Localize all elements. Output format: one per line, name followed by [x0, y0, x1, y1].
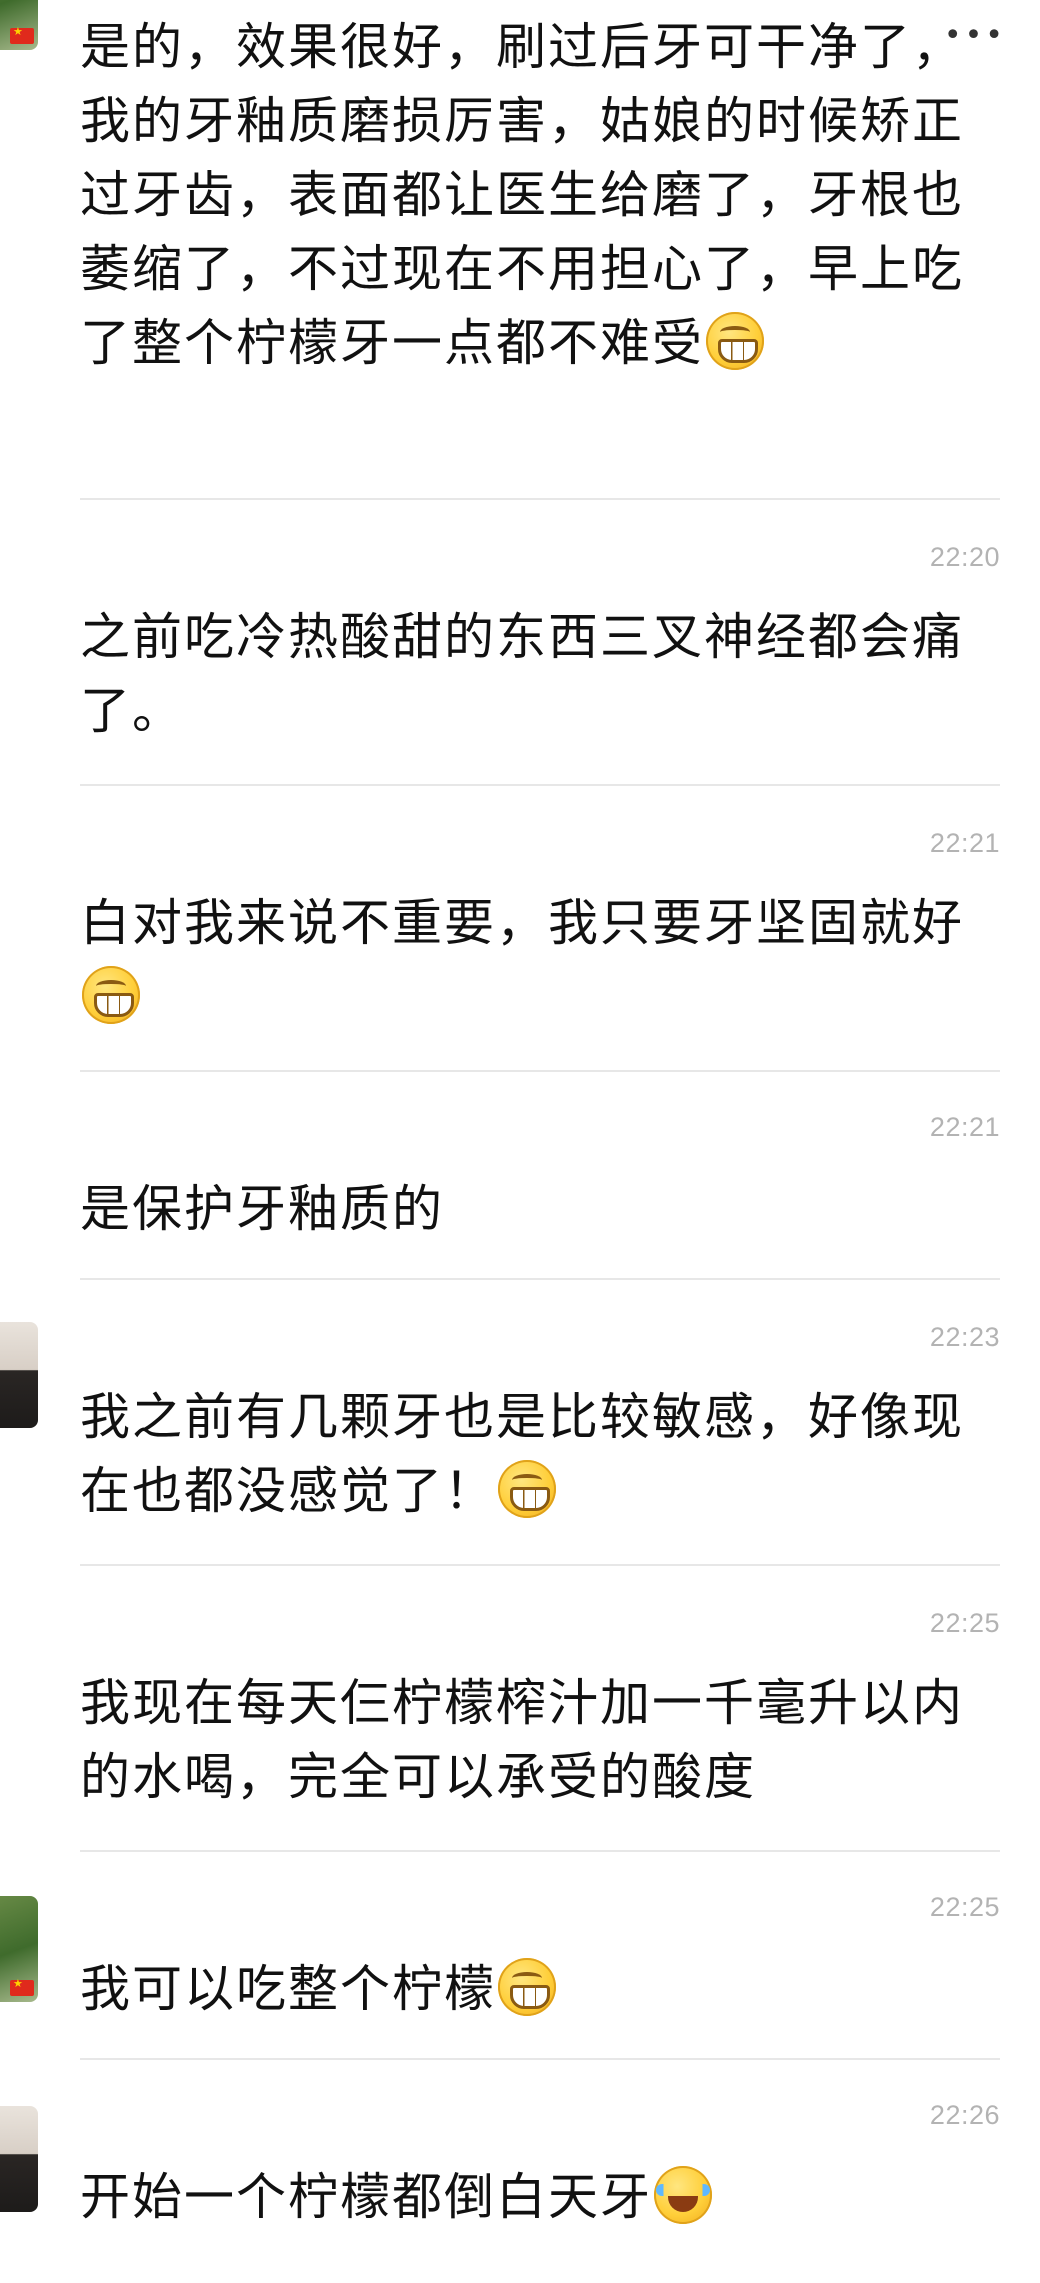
message-item: ••• 是的，效果很好，刷过后牙可干净了，我的牙釉质磨损厉害，姑娘的时候矫正过牙…: [0, 0, 1040, 500]
message-text: 开始一个柠檬都倒白天牙: [80, 2168, 652, 2226]
message-item: 22:23 我之前有几颗牙也是比较敏感，好像现在也都没感觉了！: [0, 1280, 1040, 1566]
message-item: 22:26 开始一个柠檬都倒白天牙: [0, 2060, 1040, 2283]
grin-emoji-icon: [498, 1958, 556, 2016]
message-time: 22:25: [929, 1892, 1000, 1922]
message-time: 22:23: [929, 1322, 1000, 1352]
message-text: 是的，效果很好，刷过后牙可干净了，我的牙釉质磨损厉害，姑娘的时候矫正过牙齿，表面…: [80, 18, 964, 372]
message-time: 22:25: [929, 1608, 1000, 1638]
grin-emoji-icon: [498, 1460, 556, 1518]
china-flag-icon: [10, 25, 34, 44]
laugh-cry-emoji-icon: [654, 2166, 712, 2224]
message-time: 22:26: [929, 2100, 1000, 2130]
person-avatar[interactable]: [0, 2106, 38, 2212]
message-time: 22:20: [929, 542, 1000, 572]
message-text: 之前吃冷热酸甜的东西三叉神经都会痛了。: [80, 608, 964, 740]
message-item: 22:25 我可以吃整个柠檬: [0, 1852, 1040, 2060]
message-item: 22:25 我现在每天仨柠檬榨汁加一千毫升以内的水喝，完全可以承受的酸度: [0, 1566, 1040, 1852]
person-avatar[interactable]: [0, 1322, 38, 1428]
message-text: 是保护牙釉质的: [80, 1180, 444, 1238]
message-text: 我可以吃整个柠檬: [80, 1960, 496, 2018]
plant-flag-avatar[interactable]: [0, 1896, 38, 2002]
message-item: 22:20 之前吃冷热酸甜的东西三叉神经都会痛了。: [0, 500, 1040, 786]
message-text: 白对我来说不重要，我只要牙坚固就好: [80, 894, 964, 952]
grin-emoji-icon: [82, 966, 140, 1024]
message-time: 22:21: [929, 1112, 1000, 1142]
china-flag-icon: [10, 1977, 34, 1996]
message-text: 我现在每天仨柠檬榨汁加一千毫升以内的水喝，完全可以承受的酸度: [80, 1674, 964, 1806]
message-time: 22:21: [929, 828, 1000, 858]
grin-emoji-icon: [706, 312, 764, 370]
plant-flag-avatar[interactable]: [0, 0, 38, 50]
message-item: 22:21 是保护牙釉质的: [0, 1072, 1040, 1280]
message-item: 22:21 白对我来说不重要，我只要牙坚固就好: [0, 786, 1040, 1072]
